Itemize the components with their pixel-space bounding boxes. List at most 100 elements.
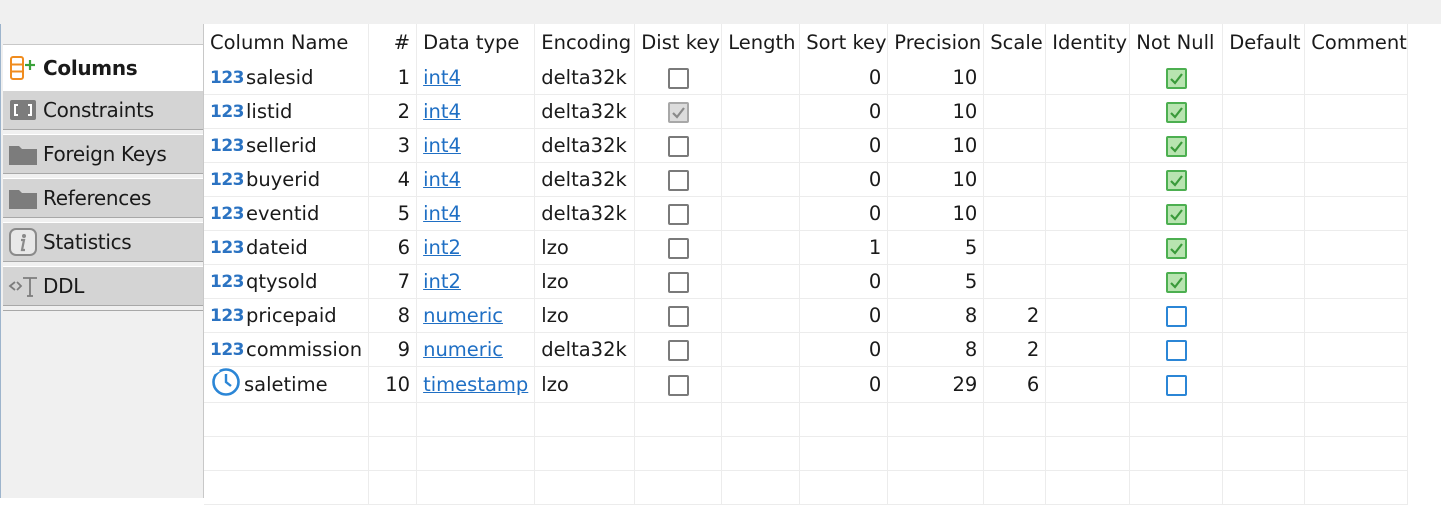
checkbox-unchecked[interactable] (667, 272, 689, 293)
cell-not-null[interactable] (1129, 196, 1224, 231)
header-scale[interactable]: Scale (983, 24, 1047, 61)
cell-sort-key[interactable]: 0 (799, 162, 889, 197)
cell-not-null[interactable] (1129, 332, 1224, 367)
checkbox-checked[interactable] (1165, 136, 1187, 157)
checkbox-unchecked[interactable] (1165, 306, 1187, 327)
checkbox-unchecked[interactable] (667, 306, 689, 327)
cell-dist-key[interactable] (634, 264, 723, 299)
cell-scale[interactable] (983, 230, 1047, 265)
cell-encoding[interactable]: lzo (534, 298, 636, 333)
cell-default[interactable] (1222, 128, 1306, 163)
data-type-link[interactable]: int4 (423, 134, 461, 157)
cell-encoding[interactable]: lzo (534, 264, 636, 299)
cell-data-type[interactable]: int4 (416, 196, 536, 231)
cell-encoding[interactable]: delta32k (534, 332, 636, 367)
data-type-link[interactable]: numeric (423, 304, 503, 327)
cell-precision[interactable]: 8 (887, 332, 985, 367)
cell-comment[interactable] (1304, 94, 1408, 129)
cell-sort-key[interactable]: 0 (799, 94, 889, 129)
cell-data-type[interactable]: int4 (416, 94, 536, 129)
cell-sort-key[interactable]: 0 (799, 366, 889, 403)
cell-encoding[interactable]: delta32k (534, 61, 636, 95)
cell-not-null[interactable] (1129, 61, 1224, 95)
table-row[interactable]: 123 qtysold 7 int2 lzo 0 5 (204, 264, 1408, 299)
table-row[interactable]: 123 listid 2 int4 delta32k 0 10 (204, 94, 1408, 129)
cell-data-type[interactable]: int2 (416, 264, 536, 299)
cell-length[interactable] (721, 128, 801, 163)
cell-comment[interactable] (1304, 230, 1408, 265)
checkbox-checked[interactable] (1165, 102, 1187, 123)
data-type-link[interactable]: timestamp (423, 373, 528, 396)
cell-not-null[interactable] (1129, 230, 1224, 265)
cell-data-type[interactable]: timestamp (416, 366, 536, 403)
cell-identity[interactable] (1045, 61, 1131, 95)
cell-default[interactable] (1222, 162, 1306, 197)
cell-precision[interactable]: 10 (887, 196, 985, 231)
cell-sort-key[interactable]: 0 (799, 128, 889, 163)
cell-dist-key[interactable] (634, 230, 723, 265)
cell-length[interactable] (721, 230, 801, 265)
cell-comment[interactable] (1304, 128, 1408, 163)
checkbox-unchecked[interactable] (667, 170, 689, 191)
cell-default[interactable] (1222, 61, 1306, 95)
cell-dist-key[interactable] (634, 298, 723, 333)
cell-not-null[interactable] (1129, 264, 1224, 299)
cell-scale[interactable] (983, 61, 1047, 95)
cell-data-type[interactable]: int4 (416, 61, 536, 95)
cell-comment[interactable] (1304, 264, 1408, 299)
tab-columns[interactable]: Columns (3, 44, 203, 90)
cell-data-type[interactable]: int2 (416, 230, 536, 265)
cell-identity[interactable] (1045, 366, 1131, 403)
cell-scale[interactable]: 2 (983, 298, 1047, 333)
cell-column-name[interactable]: 123 commission (204, 332, 370, 367)
checkbox-checked[interactable] (1165, 238, 1187, 259)
cell-precision[interactable]: 10 (887, 162, 985, 197)
cell-encoding[interactable]: lzo (534, 366, 636, 403)
cell-precision[interactable]: 8 (887, 298, 985, 333)
cell-comment[interactable] (1304, 196, 1408, 231)
cell-length[interactable] (721, 196, 801, 231)
cell-not-null[interactable] (1129, 94, 1224, 129)
checkbox-unchecked[interactable] (667, 136, 689, 157)
cell-column-name[interactable]: saletime (204, 366, 370, 403)
checkbox-checked[interactable] (1165, 272, 1187, 293)
cell-precision[interactable]: 10 (887, 61, 985, 95)
cell-length[interactable] (721, 162, 801, 197)
tab-foreign-keys[interactable]: Foreign Keys (3, 134, 203, 174)
cell-identity[interactable] (1045, 94, 1131, 129)
table-row[interactable]: 123 eventid 5 int4 delta32k 0 10 (204, 196, 1408, 231)
cell-identity[interactable] (1045, 230, 1131, 265)
header-number[interactable]: # (368, 24, 418, 61)
cell-identity[interactable] (1045, 332, 1131, 367)
cell-scale[interactable] (983, 264, 1047, 299)
table-row[interactable]: saletime 10 timestamp lzo 0 29 6 (204, 366, 1408, 403)
cell-encoding[interactable]: delta32k (534, 196, 636, 231)
checkbox-unchecked[interactable] (667, 238, 689, 259)
cell-dist-key[interactable] (634, 128, 723, 163)
cell-scale[interactable] (983, 128, 1047, 163)
cell-dist-key[interactable] (634, 332, 723, 367)
header-comment[interactable]: Comment (1304, 24, 1408, 61)
tab-constraints[interactable]: Constraints (3, 90, 203, 130)
cell-scale[interactable]: 6 (983, 366, 1047, 403)
cell-comment[interactable] (1304, 162, 1408, 197)
data-type-link[interactable]: numeric (423, 338, 503, 361)
table-row[interactable]: 123 buyerid 4 int4 delta32k 0 10 (204, 162, 1408, 197)
checkbox-checked[interactable] (1165, 204, 1187, 225)
tab-ddl[interactable]: DDL (3, 266, 203, 306)
data-type-link[interactable]: int2 (423, 270, 461, 293)
cell-identity[interactable] (1045, 264, 1131, 299)
cell-not-null[interactable] (1129, 366, 1224, 403)
cell-dist-key[interactable] (634, 61, 723, 95)
cell-scale[interactable] (983, 162, 1047, 197)
cell-dist-key[interactable] (634, 162, 723, 197)
header-identity[interactable]: Identity (1045, 24, 1131, 61)
cell-column-name[interactable]: 123 eventid (204, 196, 370, 231)
table-row[interactable]: 123 commission 9 numeric delta32k 0 8 2 (204, 332, 1408, 367)
cell-column-name[interactable]: 123 qtysold (204, 264, 370, 299)
cell-length[interactable] (721, 94, 801, 129)
data-type-link[interactable]: int2 (423, 236, 461, 259)
cell-column-name[interactable]: 123 dateid (204, 230, 370, 265)
cell-encoding[interactable]: lzo (534, 230, 636, 265)
header-default[interactable]: Default (1222, 24, 1306, 61)
